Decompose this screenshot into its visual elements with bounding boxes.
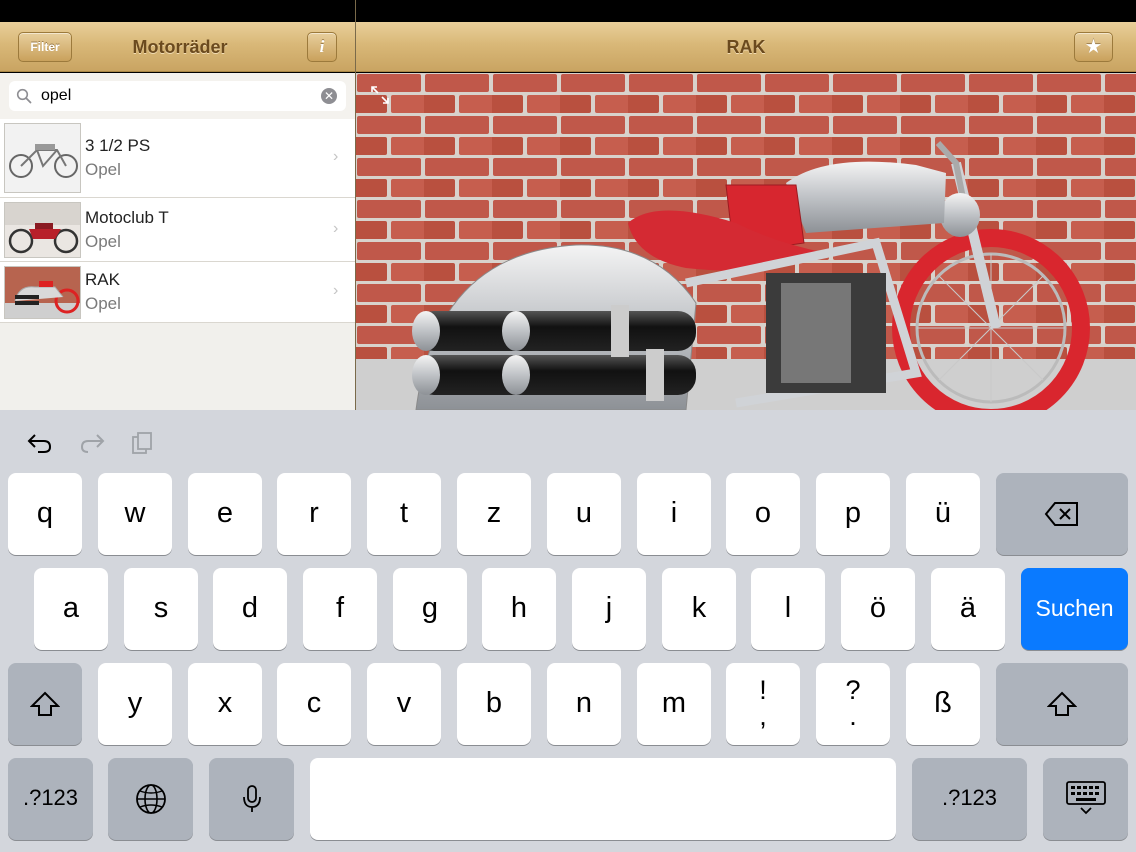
key-g[interactable]: g bbox=[393, 568, 467, 650]
key-u[interactable]: u bbox=[547, 473, 621, 555]
item-maker: Opel bbox=[85, 294, 121, 313]
shift-key-left[interactable] bbox=[8, 663, 82, 745]
key-lower-char: , bbox=[759, 701, 767, 731]
key-e[interactable]: e bbox=[188, 473, 262, 555]
undo-icon[interactable] bbox=[26, 431, 54, 455]
key-y[interactable]: y bbox=[98, 663, 172, 745]
list-item[interactable]: 3 1/2 PS Opel › bbox=[0, 119, 355, 198]
filter-button[interactable]: Filter bbox=[18, 32, 72, 62]
motorcycle-list-pane: opel ✕ 3 1/2 PS Opel › Motoclub T Opel ›… bbox=[0, 73, 355, 410]
globe-icon bbox=[135, 784, 166, 814]
key-u-umlaut[interactable]: ü bbox=[906, 473, 980, 555]
favorite-button[interactable]: ★ bbox=[1074, 32, 1113, 62]
motorcycle-thumbnail bbox=[4, 123, 81, 193]
key-question-period[interactable]: ? . bbox=[816, 663, 890, 745]
motorcycle-thumbnail bbox=[4, 202, 81, 258]
keyboard-dismiss-icon bbox=[1065, 781, 1106, 815]
list-item[interactable]: RAK Opel › bbox=[0, 262, 355, 323]
key-a[interactable]: a bbox=[34, 568, 108, 650]
chevron-right-icon: › bbox=[333, 148, 339, 165]
key-b[interactable]: b bbox=[457, 663, 531, 745]
key-a-umlaut[interactable]: ä bbox=[931, 568, 1005, 650]
key-m[interactable]: m bbox=[637, 663, 711, 745]
globe-key[interactable] bbox=[108, 758, 193, 840]
paste-icon[interactable] bbox=[128, 431, 156, 455]
list-title: Motorräder bbox=[132, 37, 228, 57]
key-l[interactable]: l bbox=[751, 568, 825, 650]
key-o[interactable]: o bbox=[726, 473, 800, 555]
numbers-key-right[interactable]: .?123 bbox=[912, 758, 1027, 840]
keyboard-shortcut-bar bbox=[0, 410, 1136, 470]
key-w[interactable]: w bbox=[98, 473, 172, 555]
search-input[interactable]: opel bbox=[41, 81, 311, 111]
item-title: Motoclub T bbox=[85, 208, 169, 227]
detail-title: RAK bbox=[726, 37, 766, 57]
chevron-right-icon: › bbox=[333, 220, 339, 237]
key-p[interactable]: p bbox=[816, 473, 890, 555]
key-i[interactable]: i bbox=[637, 473, 711, 555]
key-t[interactable]: t bbox=[367, 473, 441, 555]
list-item[interactable]: Motoclub T Opel › bbox=[0, 198, 355, 262]
list-navigation-bar: Filter Motorräder i bbox=[0, 22, 355, 72]
dismiss-keyboard-key[interactable] bbox=[1043, 758, 1128, 840]
shift-key-right[interactable] bbox=[996, 663, 1128, 745]
key-exclamation-comma[interactable]: ! , bbox=[726, 663, 800, 745]
result-list: 3 1/2 PS Opel › Motoclub T Opel › RAK Op… bbox=[0, 119, 355, 323]
microphone-icon bbox=[242, 785, 261, 812]
key-z[interactable]: z bbox=[457, 473, 531, 555]
key-upper-char: ! bbox=[759, 675, 767, 705]
delete-key[interactable] bbox=[996, 473, 1128, 555]
backspace-icon bbox=[1044, 502, 1078, 526]
key-r[interactable]: r bbox=[277, 473, 351, 555]
key-d[interactable]: d bbox=[213, 568, 287, 650]
item-title: 3 1/2 PS bbox=[85, 136, 151, 155]
key-o-umlaut[interactable]: ö bbox=[841, 568, 915, 650]
key-eszett[interactable]: ß bbox=[906, 663, 980, 745]
space-key[interactable] bbox=[310, 758, 896, 840]
numbers-key-left[interactable]: .?123 bbox=[8, 758, 93, 840]
motorcycle-thumbnail bbox=[4, 266, 81, 319]
key-s[interactable]: s bbox=[124, 568, 198, 650]
key-f[interactable]: f bbox=[303, 568, 377, 650]
key-v[interactable]: v bbox=[367, 663, 441, 745]
key-j[interactable]: j bbox=[572, 568, 646, 650]
clear-circle-icon[interactable]: ✕ bbox=[321, 88, 337, 104]
motorcycle-photo[interactable] bbox=[356, 73, 1136, 410]
key-lower-char: . bbox=[849, 701, 857, 731]
status-bar bbox=[0, 0, 1136, 22]
item-title: RAK bbox=[85, 270, 120, 289]
key-upper-char: ? bbox=[845, 675, 861, 705]
key-k[interactable]: k bbox=[662, 568, 736, 650]
dictation-key[interactable] bbox=[209, 758, 294, 840]
search-bar: opel ✕ bbox=[0, 73, 355, 119]
item-maker: Opel bbox=[85, 160, 121, 179]
key-x[interactable]: x bbox=[188, 663, 262, 745]
info-button[interactable]: i bbox=[307, 32, 337, 62]
shift-icon bbox=[29, 691, 61, 716]
star-icon: ★ bbox=[1085, 37, 1102, 56]
expand-arrows-icon[interactable] bbox=[370, 85, 390, 105]
key-n[interactable]: n bbox=[547, 663, 621, 745]
search-key[interactable]: Suchen bbox=[1021, 568, 1128, 650]
detail-navigation-bar: RAK ★ bbox=[356, 22, 1136, 72]
key-c[interactable]: c bbox=[277, 663, 351, 745]
onscreen-keyboard: q w e r t z u i o p ü a s d f g h j k l … bbox=[0, 410, 1136, 852]
key-q[interactable]: q bbox=[8, 473, 82, 555]
chevron-right-icon: › bbox=[333, 282, 339, 299]
item-maker: Opel bbox=[85, 232, 121, 251]
search-field[interactable]: opel ✕ bbox=[9, 81, 346, 111]
redo-icon[interactable] bbox=[78, 431, 106, 455]
magnifier-icon bbox=[16, 88, 32, 104]
key-h[interactable]: h bbox=[482, 568, 556, 650]
shift-icon bbox=[1046, 691, 1078, 716]
